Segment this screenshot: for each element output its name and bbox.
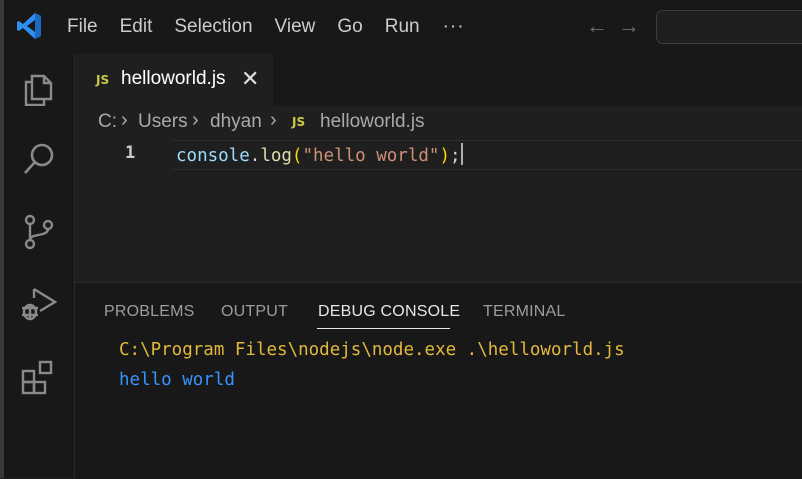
vscode-logo-icon[interactable] — [16, 12, 42, 45]
title-bar: File Edit Selection View Go Run ··· ← → — [4, 0, 802, 54]
breadcrumb-chevron-icon: › — [270, 109, 277, 131]
run-debug-icon[interactable] — [20, 284, 58, 322]
extensions-icon[interactable] — [20, 358, 58, 396]
close-tab-icon[interactable]: ✕ — [241, 66, 259, 92]
menu-run[interactable]: Run — [374, 0, 431, 54]
breadcrumb-drive[interactable]: C: — [98, 111, 117, 133]
menu-go[interactable]: Go — [326, 0, 373, 54]
code-line[interactable]: console.log("hello world"); — [176, 143, 463, 166]
breadcrumb-users[interactable]: Users — [138, 111, 188, 133]
code-token-open-paren: ( — [291, 146, 303, 166]
breadcrumb-chevron-icon: › — [192, 109, 199, 131]
explorer-icon[interactable] — [20, 68, 58, 107]
console-output-line: hello world — [119, 370, 235, 390]
code-token-dot: . — [249, 146, 261, 166]
editor-tab-helloworld[interactable]: JS helloworld.js ✕ — [75, 54, 273, 107]
line-number: 1 — [125, 143, 136, 163]
code-token-object: console — [176, 146, 250, 166]
editor-tab-bar: JS helloworld.js ✕ — [75, 54, 802, 107]
menu-edit[interactable]: Edit — [109, 0, 164, 54]
text-cursor — [460, 143, 463, 165]
activity-bar — [4, 54, 75, 478]
tab-debug-console[interactable]: DEBUG CONSOLE — [318, 303, 460, 321]
code-token-close-paren: ) — [439, 146, 450, 166]
breadcrumb-dhyan[interactable]: dhyan — [210, 111, 262, 133]
tab-filename: helloworld.js — [121, 68, 226, 89]
bottom-panel: PROBLEMS OUTPUT DEBUG CONSOLE TERMINAL C… — [75, 282, 802, 479]
more-menu-button[interactable]: ··· — [431, 2, 477, 52]
code-editor[interactable]: 1 console.log("hello world"); — [75, 138, 802, 282]
tab-problems[interactable]: PROBLEMS — [104, 303, 195, 321]
search-icon[interactable] — [20, 140, 58, 178]
breadcrumb: C: › Users › dhyan › JS helloworld.js — [75, 106, 802, 138]
console-output-line: C:\Program Files\nodejs\node.exe .\hello… — [119, 340, 625, 360]
back-arrow-icon[interactable]: ← — [586, 14, 608, 38]
tab-terminal[interactable]: TERMINAL — [483, 303, 566, 321]
tab-output[interactable]: OUTPUT — [221, 303, 288, 321]
command-center-search[interactable] — [656, 10, 802, 44]
menu-file[interactable]: File — [56, 0, 109, 54]
javascript-file-icon: JS — [96, 73, 110, 87]
menu-bar: File Edit Selection View Go Run ··· — [56, 0, 477, 54]
navigation-arrows: ← → — [586, 14, 640, 38]
source-control-icon[interactable] — [20, 213, 58, 251]
menu-view[interactable]: View — [264, 0, 327, 54]
code-token-semicolon: ; — [449, 146, 461, 166]
breadcrumb-chevron-icon: › — [121, 109, 128, 131]
code-token-method: log — [260, 146, 292, 166]
forward-arrow-icon[interactable]: → — [618, 14, 640, 38]
active-tab-indicator — [317, 328, 450, 329]
code-token-string: "hello world" — [302, 146, 440, 166]
menu-selection[interactable]: Selection — [163, 0, 263, 54]
javascript-file-icon: JS — [292, 115, 306, 129]
breadcrumb-file[interactable]: helloworld.js — [320, 111, 425, 133]
